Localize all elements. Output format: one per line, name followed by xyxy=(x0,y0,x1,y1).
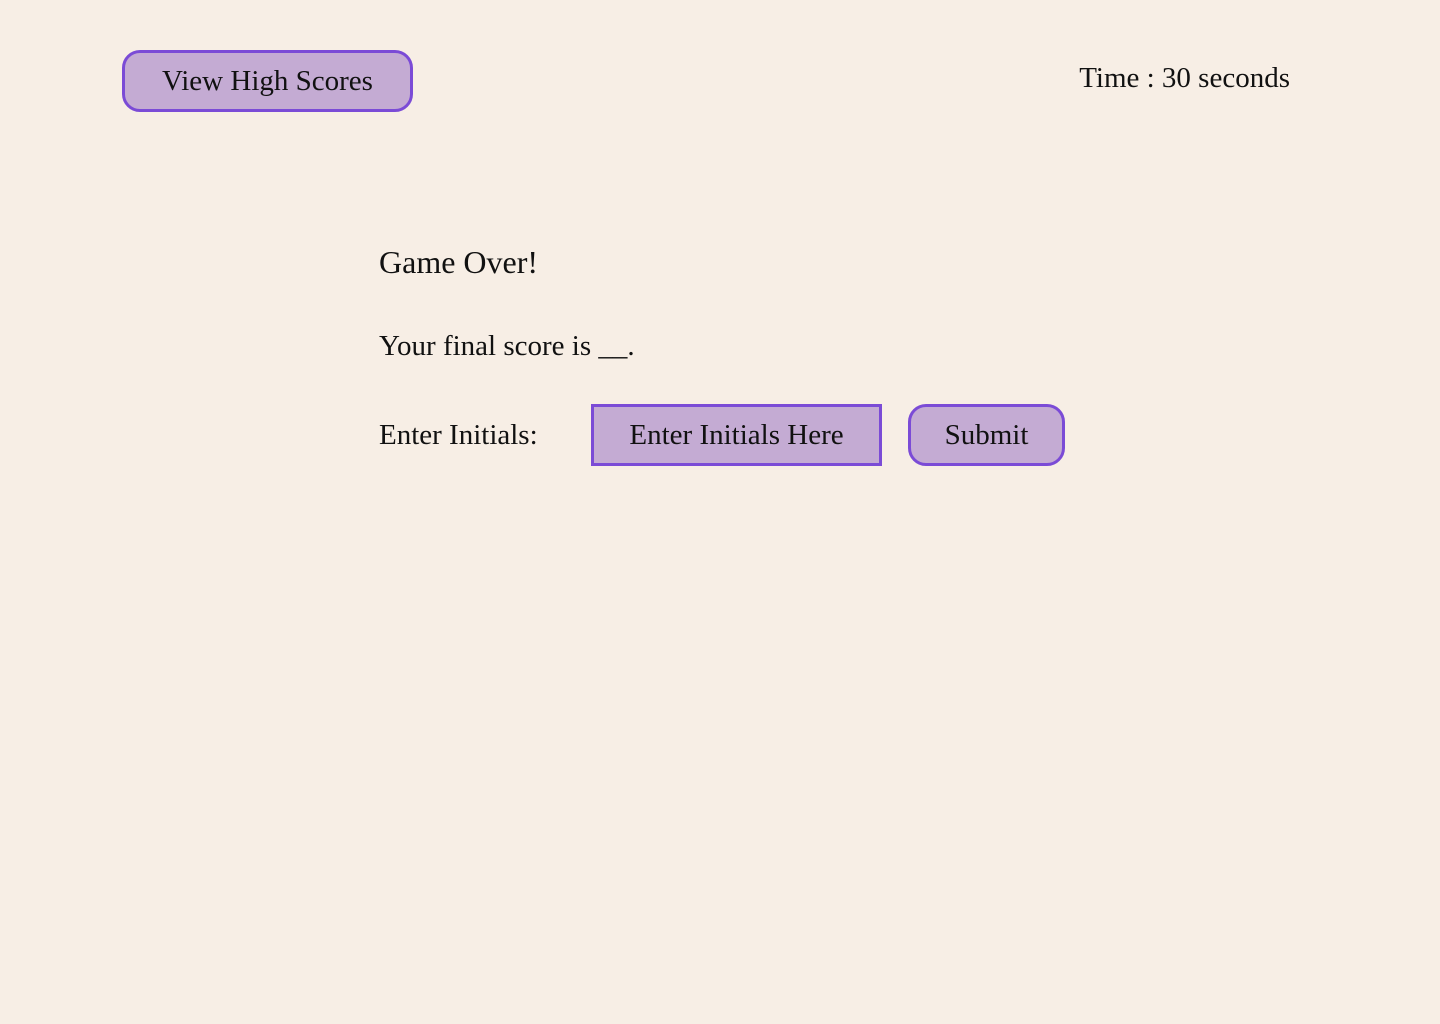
submit-button[interactable]: Submit xyxy=(908,404,1065,466)
initials-label: Enter Initials: xyxy=(379,418,538,451)
initials-form: Enter Initials: Submit xyxy=(379,404,1099,466)
game-over-panel: Game Over! Your final score is __. Enter… xyxy=(379,238,1099,466)
quiz-page: View High Scores Time : 30 seconds Game … xyxy=(0,0,1440,1024)
initials-input[interactable] xyxy=(591,404,882,466)
timer-display: Time : 30 seconds xyxy=(1079,62,1290,94)
game-over-title: Game Over! xyxy=(379,244,539,280)
final-score-text: Your final score is __. xyxy=(379,330,635,362)
view-high-scores-button[interactable]: View High Scores xyxy=(122,50,413,112)
